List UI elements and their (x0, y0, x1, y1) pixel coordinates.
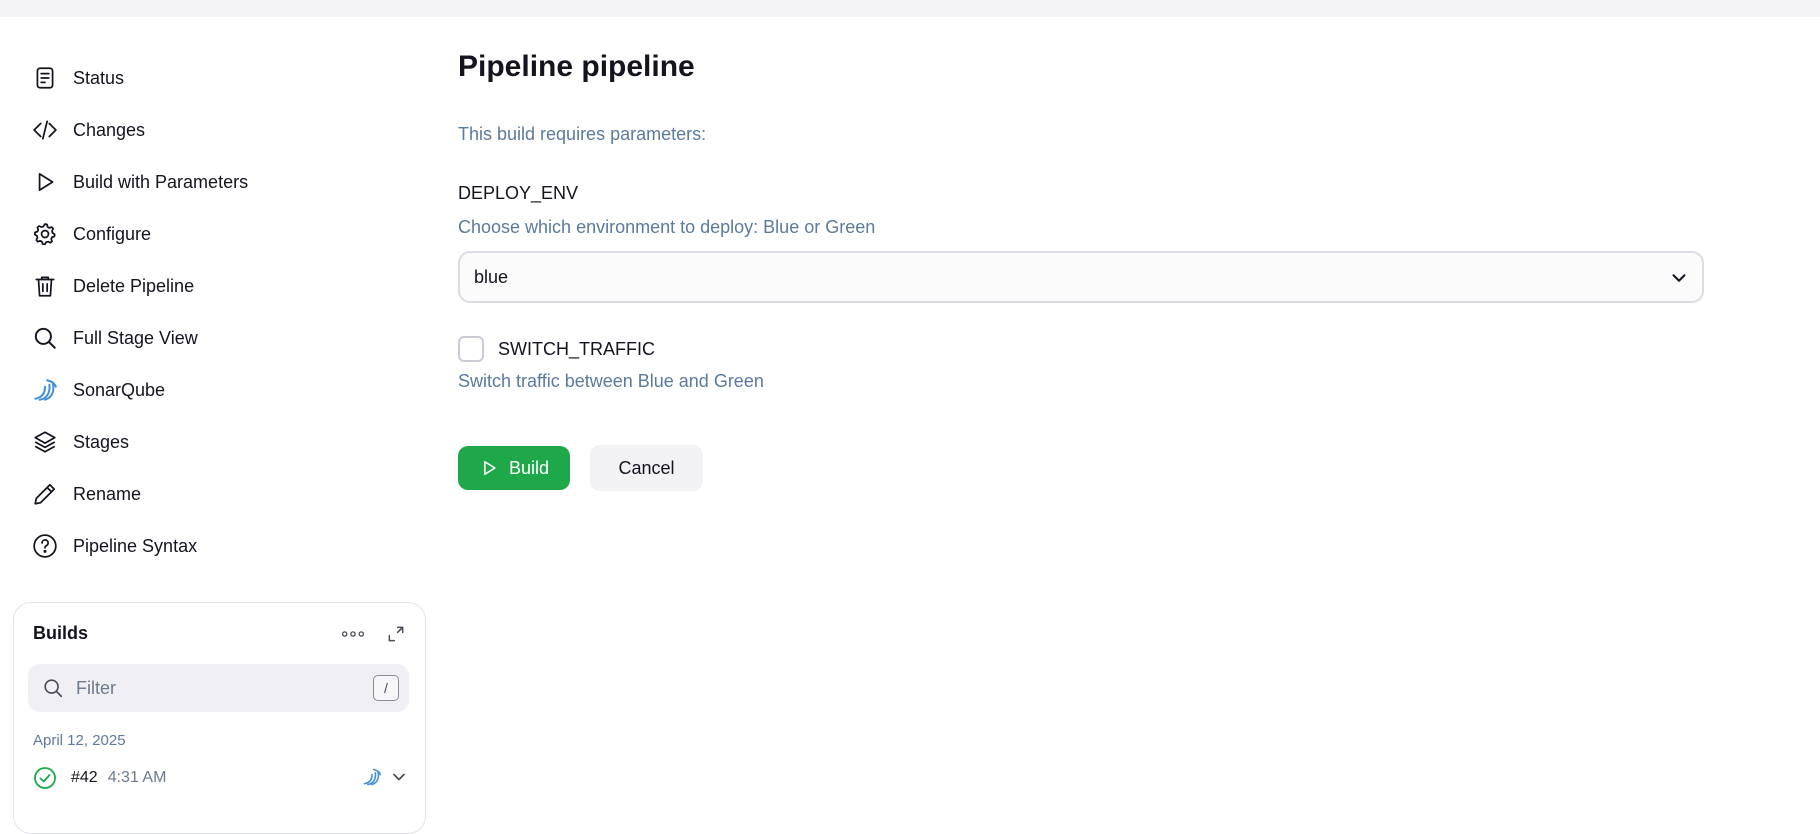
sidebar-item-label: SonarQube (73, 379, 166, 400)
sidebar-item-changes[interactable]: Changes (30, 104, 390, 156)
sonarqube-icon (30, 375, 60, 405)
builds-panel: Builds Filter / April 12, 2025 #42 4:31 … (13, 602, 426, 834)
deploy-env-label: DEPLOY_ENV (458, 183, 579, 203)
builds-title: Builds (33, 623, 89, 643)
top-bar (0, 0, 1820, 17)
sidebar-item-label: Rename (73, 483, 142, 504)
cancel-button-label: Cancel (618, 457, 675, 478)
chevron-down-icon[interactable] (389, 767, 411, 789)
sonarqube-icon[interactable] (362, 767, 384, 789)
more-options-icon[interactable] (340, 623, 366, 645)
trash-icon (30, 271, 60, 301)
sidebar-item-configure[interactable]: Configure (30, 208, 390, 260)
build-date-heading: April 12, 2025 (33, 732, 126, 749)
sidebar-item-sonarqube[interactable]: SonarQube (30, 364, 390, 416)
sidebar-item-label: Full Stage View (73, 327, 198, 348)
sidebar-item-rename[interactable]: Rename (30, 468, 390, 520)
document-icon (30, 63, 60, 93)
keyboard-shortcut-badge: / (373, 675, 399, 701)
sidebar-item-delete-pipeline[interactable]: Delete Pipeline (30, 260, 390, 312)
expand-icon[interactable] (384, 622, 408, 646)
deploy-env-selected-value: blue (474, 266, 509, 287)
code-icon (30, 115, 60, 145)
filter-placeholder: Filter (76, 677, 116, 698)
switch-traffic-row: SWITCH_TRAFFIC (458, 336, 655, 362)
cancel-button[interactable]: Cancel (590, 445, 703, 491)
success-icon (33, 766, 57, 790)
sidebar-item-pipeline-syntax[interactable]: Pipeline Syntax (30, 520, 390, 572)
sidebar-item-stages[interactable]: Stages (30, 416, 390, 468)
sidebar-item-label: Status (73, 67, 125, 88)
search-icon (30, 323, 60, 353)
switch-traffic-checkbox[interactable] (458, 336, 484, 362)
search-icon (42, 677, 64, 699)
switch-traffic-label[interactable]: SWITCH_TRAFFIC (498, 339, 655, 360)
sidebar-item-label: Pipeline Syntax (73, 535, 198, 556)
layers-icon (30, 427, 60, 457)
chevron-down-icon (1668, 267, 1690, 289)
build-button[interactable]: Build (458, 446, 570, 490)
deploy-env-description: Choose which environment to deploy: Blue… (458, 217, 876, 237)
build-button-label: Build (508, 457, 550, 478)
deploy-env-select[interactable]: blue (458, 251, 1704, 303)
sidebar-item-build-with-parameters[interactable]: Build with Parameters (30, 156, 390, 208)
build-row[interactable]: #42 4:31 AM (33, 763, 408, 793)
page-title: Pipeline pipeline (458, 50, 695, 83)
sidebar-item-label: Configure (73, 223, 152, 244)
pencil-icon (30, 479, 60, 509)
parameters-intro: This build requires parameters: (458, 124, 707, 144)
play-icon (479, 458, 499, 478)
sidebar-item-label: Changes (73, 119, 146, 140)
build-number[interactable]: #42 (71, 769, 98, 787)
build-time: 4:31 AM (107, 769, 167, 786)
play-icon (30, 167, 60, 197)
sidebar: Status Changes Build with Parameters Con… (30, 52, 390, 572)
sidebar-item-label: Stages (73, 431, 130, 452)
sidebar-item-label: Delete Pipeline (73, 275, 195, 296)
sidebar-item-label: Build with Parameters (73, 171, 249, 192)
builds-filter[interactable]: Filter / (28, 664, 409, 712)
gear-icon (30, 219, 60, 249)
help-icon (30, 531, 60, 561)
switch-traffic-description: Switch traffic between Blue and Green (458, 371, 764, 391)
sidebar-item-status[interactable]: Status (30, 52, 390, 104)
sidebar-item-full-stage-view[interactable]: Full Stage View (30, 312, 390, 364)
